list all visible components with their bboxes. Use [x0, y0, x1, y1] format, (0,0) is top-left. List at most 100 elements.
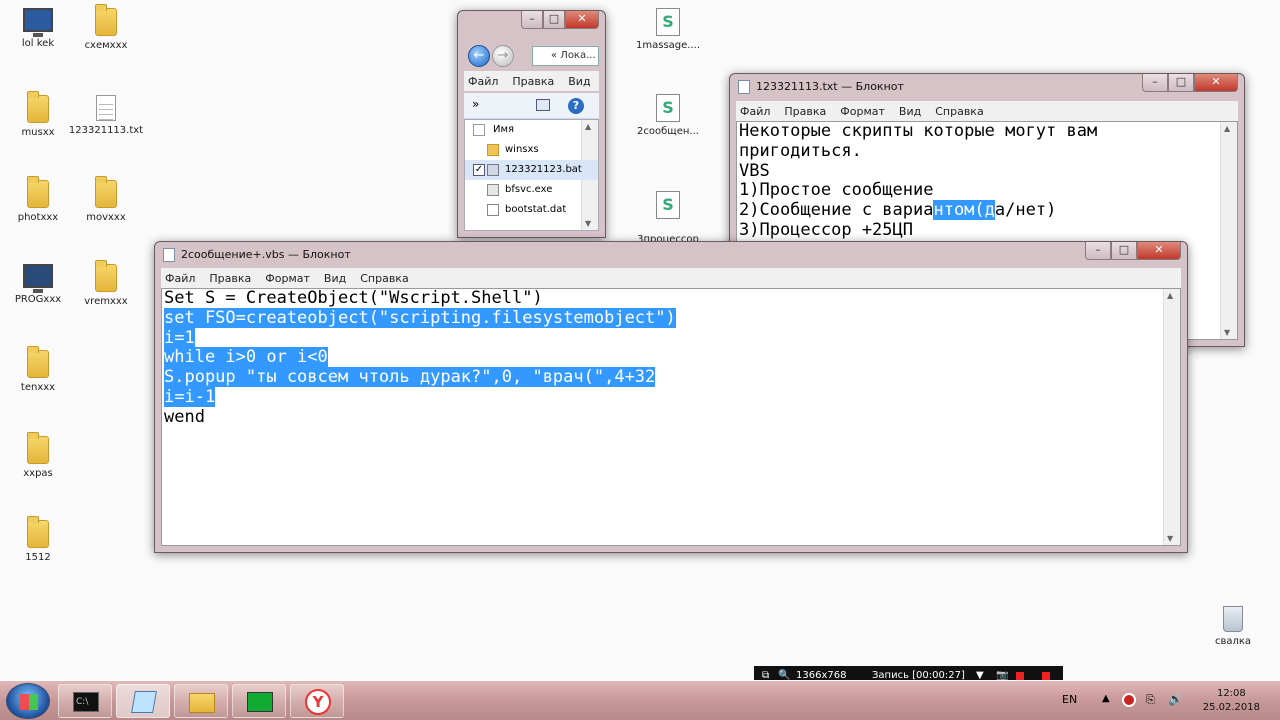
vbs-file-icon: S [656, 94, 680, 122]
stop-icon[interactable] [1042, 672, 1050, 680]
volume-icon[interactable]: 🔊 [1168, 692, 1183, 706]
desktop-icon-musxx[interactable]: musxx [0, 91, 76, 138]
record-icon[interactable] [1016, 672, 1024, 680]
folder-icon [27, 91, 49, 123]
taskbar-task-manager[interactable] [232, 684, 286, 718]
desktop-icon-txt[interactable]: 123321113.txt [68, 95, 144, 136]
help-icon[interactable]: ? [568, 98, 584, 114]
menu-edit[interactable]: Правка [209, 272, 251, 285]
explorer-window[interactable]: – □ ✕ ← → « Лока... Файл Правка Вид » ? … [457, 10, 606, 238]
notepad-vbs-menubar: Файл Правка Формат Вид Справка [161, 268, 1181, 288]
maximize-button[interactable]: □ [1111, 242, 1137, 260]
desktop-icon-vremxxx[interactable]: vremxxx [68, 260, 144, 307]
minimize-button[interactable]: – [1142, 74, 1168, 92]
folder-icon [95, 4, 117, 36]
file-checkbox[interactable]: ✓ [473, 164, 485, 176]
explorer-titlebar[interactable]: – □ ✕ [458, 11, 605, 37]
desktop-icon-1massage[interactable]: S 1massage.... [630, 8, 706, 51]
taskbar: C:\ Y EN ▲ ⎘ 🔊 12:08 25.02.2018 [0, 680, 1280, 720]
code-line-selected: set FSO=createobject("scripting.filesyst… [164, 307, 676, 328]
menu-view[interactable]: Вид [899, 105, 921, 118]
desktop-icon-photxxx[interactable]: photxxx [0, 176, 76, 223]
folder-icon [95, 260, 117, 292]
menu-file[interactable]: Файл [165, 272, 195, 285]
maximize-button[interactable]: □ [1168, 74, 1194, 92]
menu-edit[interactable]: Правка [512, 75, 554, 88]
taskbar-explorer[interactable] [174, 684, 228, 718]
close-button[interactable]: ✕ [1194, 74, 1238, 92]
folder-icon [95, 176, 117, 208]
taskbar-yandex[interactable]: Y [290, 684, 344, 718]
computer-icon [23, 8, 53, 37]
notepad-vbs-editor[interactable]: Set S = CreateObject("Wscript.Shell") se… [161, 288, 1181, 546]
notepad-icon [163, 248, 175, 262]
desktop-icon-progxxx[interactable]: PROGxxx [0, 264, 76, 305]
code-line-selected: i=1 [164, 327, 195, 348]
maximize-button[interactable]: □ [543, 11, 565, 29]
notepad-window-vbs[interactable]: 2сообщение+.vbs — Блокнот – □ ✕ Файл Пра… [154, 241, 1188, 553]
file-row[interactable]: bootstat.dat [465, 200, 598, 220]
folder-icon [27, 516, 49, 548]
editor-scrollbar[interactable] [1163, 289, 1180, 545]
text-line: 3)Процессор +25ЦП [739, 219, 913, 240]
taskbar-cmd[interactable]: C:\ [58, 684, 112, 718]
menu-help[interactable]: Справка [935, 105, 983, 118]
column-header[interactable]: Имя [465, 120, 598, 140]
desktop-icon-xxpas[interactable]: xxpas [0, 432, 76, 479]
more-chevron-icon[interactable]: » [472, 97, 479, 111]
network-icon[interactable]: ⎘ [1146, 693, 1155, 707]
bat-file-icon [487, 164, 499, 176]
cmd-icon: C:\ [73, 692, 99, 712]
desktop-icon-recycle-bin[interactable]: свалка [1195, 606, 1271, 647]
code-line-selected: while i>0 or i<0 [164, 347, 328, 368]
task-manager-icon [247, 692, 273, 712]
close-button[interactable]: ✕ [565, 11, 599, 29]
start-button[interactable] [6, 683, 50, 719]
desktop-icon-schem[interactable]: схемxxx [68, 4, 144, 51]
vbs-file-icon: S [656, 191, 680, 219]
menu-file[interactable]: Файл [468, 75, 498, 88]
explorer-menubar: Файл Правка Вид [464, 71, 599, 91]
folder-icon [27, 346, 49, 378]
file-row[interactable]: bfsvc.exe [465, 180, 598, 200]
minimize-button[interactable]: – [521, 11, 543, 29]
desktop-icon-2soobsh[interactable]: S 2сообщен... [630, 94, 706, 137]
notepad-vbs-titlebar[interactable]: 2сообщение+.vbs — Блокнот – □ ✕ [155, 242, 1187, 268]
file-row[interactable]: ✓ 123321123.bat [465, 160, 598, 180]
tray-expand-icon[interactable]: ▲ [1102, 693, 1110, 704]
text-line: Некоторые скрипты которые могут вам [739, 121, 1098, 141]
forward-arrow-icon[interactable]: → [492, 45, 514, 67]
menu-view[interactable]: Вид [324, 272, 346, 285]
menu-view[interactable]: Вид [568, 75, 590, 88]
taskbar-notepad[interactable] [116, 684, 170, 718]
minimize-button[interactable]: – [1085, 242, 1111, 260]
menu-help[interactable]: Справка [360, 272, 408, 285]
view-pane-icon[interactable] [536, 99, 550, 111]
desktop-icon-movxxx[interactable]: movxxx [68, 176, 144, 223]
record-tray-icon[interactable] [1122, 693, 1136, 707]
menu-format[interactable]: Формат [265, 272, 310, 285]
dat-file-icon [487, 204, 499, 216]
system-tray: EN ▲ ⎘ 🔊 12:08 25.02.2018 [1050, 681, 1280, 720]
computer-icon [23, 264, 53, 293]
desktop-icon-lol-kek[interactable]: lol kek [0, 8, 76, 49]
language-indicator[interactable]: EN [1062, 693, 1077, 706]
folder-icon [487, 144, 499, 156]
explorer-address-bar: ← → « Лока... [464, 41, 599, 71]
clock[interactable]: 12:08 25.02.2018 [1203, 687, 1260, 715]
desktop-icon-tenxxx[interactable]: tenxxx [0, 346, 76, 393]
clock-date: 25.02.2018 [1202, 702, 1260, 713]
desktop-icon-1512[interactable]: 1512 [0, 516, 76, 563]
back-arrow-icon[interactable]: ← [468, 45, 490, 67]
select-all-checkbox[interactable] [473, 124, 485, 136]
file-row[interactable]: winsxs [465, 140, 598, 160]
editor-scrollbar[interactable] [1220, 122, 1237, 339]
window-title: 2сообщение+.vbs — Блокнот [181, 248, 351, 261]
notepad-txt-titlebar[interactable]: 123321113.txt — Блокнот – □ ✕ [730, 74, 1244, 100]
address-input[interactable]: « Лока... [532, 46, 599, 66]
menu-file[interactable]: Файл [740, 105, 770, 118]
menu-format[interactable]: Формат [840, 105, 885, 118]
menu-edit[interactable]: Правка [784, 105, 826, 118]
text-line: 1)Простое сообщение [739, 180, 934, 201]
close-button[interactable]: ✕ [1137, 242, 1181, 260]
